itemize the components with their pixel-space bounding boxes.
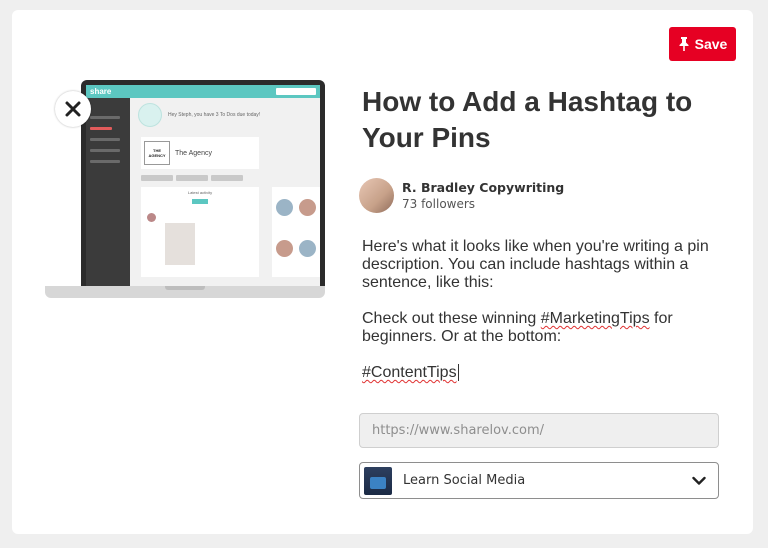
activity-panel: Latest activity xyxy=(141,187,259,277)
activity-avatar xyxy=(147,213,156,222)
close-icon xyxy=(65,101,81,117)
activity-button xyxy=(192,199,208,204)
team-avatar xyxy=(299,199,316,216)
app-logo: share xyxy=(90,87,112,96)
sidebar-row xyxy=(90,149,120,152)
greeting-text: Hey Steph, you have 3 To Dos due today! xyxy=(168,112,261,118)
team-avatar xyxy=(276,199,293,216)
pin-description[interactable]: Here's what it looks like when you're wr… xyxy=(362,238,712,400)
hashtag: #ContentTips xyxy=(362,364,457,381)
app-screenshot: share Hey Steph, you have 3 To Dos due t… xyxy=(86,85,320,286)
board-name: Learn Social Media xyxy=(403,473,526,488)
greeting-row: Hey Steph, you have 3 To Dos due today! xyxy=(138,103,260,127)
action-pills xyxy=(141,175,243,181)
app-search-box xyxy=(276,88,316,95)
activity-title: Latest activity xyxy=(187,190,213,195)
agency-logo: THE AGENCY xyxy=(144,141,170,165)
pin-title[interactable]: How to Add a Hashtag to Your Pins xyxy=(362,84,722,156)
board-thumbnail xyxy=(364,466,392,495)
description-paragraph: #ContentTips xyxy=(362,364,712,382)
description-paragraph: Here's what it looks like when you're wr… xyxy=(362,238,709,291)
pin-editor-card: Save share Hey Steph, you have 3 To Dos … xyxy=(12,10,753,534)
author-row[interactable]: R. Bradley Copywriting 73 followers xyxy=(359,178,564,213)
text-cursor xyxy=(457,364,459,381)
board-select[interactable]: Learn Social Media xyxy=(359,462,719,499)
author-info: R. Bradley Copywriting 73 followers xyxy=(402,180,564,211)
laptop-screen: share Hey Steph, you have 3 To Dos due t… xyxy=(81,80,325,286)
pill xyxy=(141,175,173,181)
agency-name: The Agency xyxy=(175,149,212,157)
agency-card: THE AGENCY The Agency xyxy=(141,137,259,169)
sidebar-row xyxy=(90,127,112,130)
laptop-notch xyxy=(165,286,205,290)
hashtag: #MarketingTips xyxy=(540,310,650,327)
team-panel xyxy=(272,187,320,277)
team-avatar xyxy=(299,240,316,257)
description-paragraph: Check out these winning #MarketingTips f… xyxy=(362,310,712,346)
save-button-label: Save xyxy=(694,36,728,52)
mascot-avatar xyxy=(138,103,162,127)
pill xyxy=(176,175,208,181)
pin-icon xyxy=(679,37,689,51)
destination-url-input[interactable] xyxy=(359,413,719,448)
author-name[interactable]: R. Bradley Copywriting xyxy=(402,180,564,195)
app-sidebar xyxy=(86,98,130,286)
pill xyxy=(211,175,243,181)
team-avatar xyxy=(276,240,293,257)
sidebar-row xyxy=(90,116,120,119)
author-avatar[interactable] xyxy=(359,178,394,213)
sidebar-row xyxy=(90,160,120,163)
activity-image xyxy=(165,223,195,265)
save-button[interactable]: Save xyxy=(669,27,736,61)
close-button[interactable] xyxy=(55,91,91,127)
sidebar-row xyxy=(90,138,120,141)
chevron-down-icon[interactable] xyxy=(692,476,706,486)
author-followers: 73 followers xyxy=(402,197,476,211)
app-topbar: share xyxy=(86,85,320,98)
description-text: Check out these winning xyxy=(362,310,541,327)
